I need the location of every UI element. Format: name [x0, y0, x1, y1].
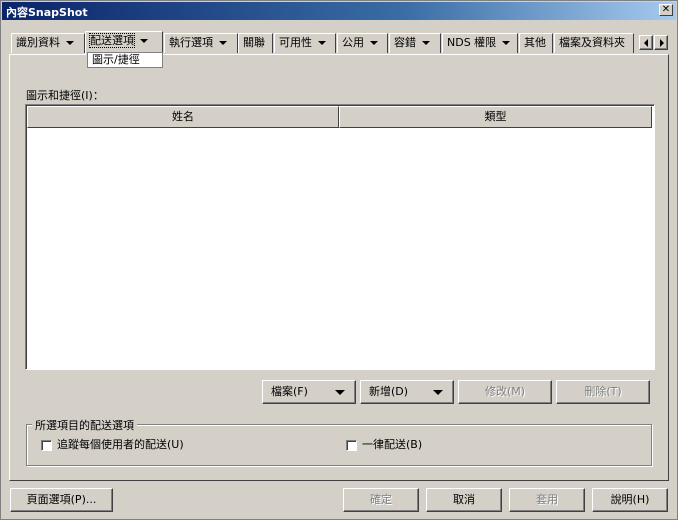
tab-scroll-right-button[interactable] [654, 35, 668, 50]
cancel-button[interactable]: 取消 [426, 488, 502, 512]
tab-submenu-dropdown[interactable]: 圖示/捷徑 [87, 52, 163, 68]
tab-label: NDS 權限 [447, 36, 497, 49]
tab-label: 檔案及資料夾 [559, 36, 625, 49]
help-button[interactable]: 說明(H) [592, 488, 668, 512]
icons-shortcuts-list[interactable]: 姓名 類型 [25, 104, 655, 370]
tab-label: 執行選項 [169, 36, 213, 49]
chevron-down-icon [502, 41, 511, 45]
button-label: 確定 [370, 493, 392, 506]
button-label: 套用 [536, 493, 558, 506]
tab-label: 可用性 [279, 36, 312, 49]
properties-dialog: 內容SnapShot ✕ 識別資料 配送選項 執行選項 關聯 可用性 公用 容錯… [0, 0, 678, 520]
apply-button[interactable]: 套用 [509, 488, 585, 512]
arrow-right-icon [660, 39, 664, 47]
tab-scroll-left-button[interactable] [639, 35, 653, 50]
chevron-down-icon [140, 39, 148, 43]
tab-other[interactable]: 其他 [519, 33, 553, 53]
column-header-name[interactable]: 姓名 [27, 106, 339, 128]
tab-label: 容錯 [394, 36, 416, 49]
chevron-down-icon [318, 41, 326, 45]
tab-label: 關聯 [243, 36, 265, 49]
button-label: 說明(H) [610, 493, 650, 506]
column-header-label: 姓名 [172, 110, 194, 123]
tab-label: 公用 [342, 36, 364, 49]
chevron-down-icon [422, 41, 430, 45]
column-header-type[interactable]: 類型 [339, 106, 652, 128]
window-title: 內容SnapShot [6, 6, 88, 19]
close-button[interactable]: ✕ [659, 4, 673, 16]
tab-label: 其他 [524, 36, 546, 49]
chevron-down-icon [370, 41, 378, 45]
column-header-label: 類型 [484, 110, 507, 123]
tab-label: 配送選項 [89, 33, 135, 48]
tab-identification[interactable]: 識別資料 [11, 33, 85, 53]
tab-common[interactable]: 公用 [337, 33, 388, 53]
tab-associations[interactable]: 關聯 [238, 33, 273, 53]
tab-run-options[interactable]: 執行選項 [164, 33, 238, 53]
tab-nds-rights[interactable]: NDS 權限 [442, 33, 518, 53]
close-icon: ✕ [661, 4, 671, 15]
ok-button[interactable]: 確定 [343, 488, 419, 512]
page-options-button[interactable]: 頁面選項(P)... [10, 488, 113, 512]
tab-fault-tolerance[interactable]: 容錯 [389, 33, 441, 53]
tab-label: 識別資料 [16, 36, 60, 49]
chevron-down-icon [66, 41, 74, 45]
button-label: 取消 [453, 493, 475, 506]
tab-files-and-folders[interactable]: 檔案及資料夾 [554, 33, 634, 53]
title-bar: 內容SnapShot ✕ [2, 2, 676, 20]
tab-availability[interactable]: 可用性 [274, 33, 336, 53]
chevron-down-icon [219, 41, 227, 45]
submenu-selected-item: 圖示/捷徑 [92, 53, 140, 66]
arrow-left-icon [644, 39, 648, 47]
button-label: 頁面選項(P)... [26, 493, 97, 506]
